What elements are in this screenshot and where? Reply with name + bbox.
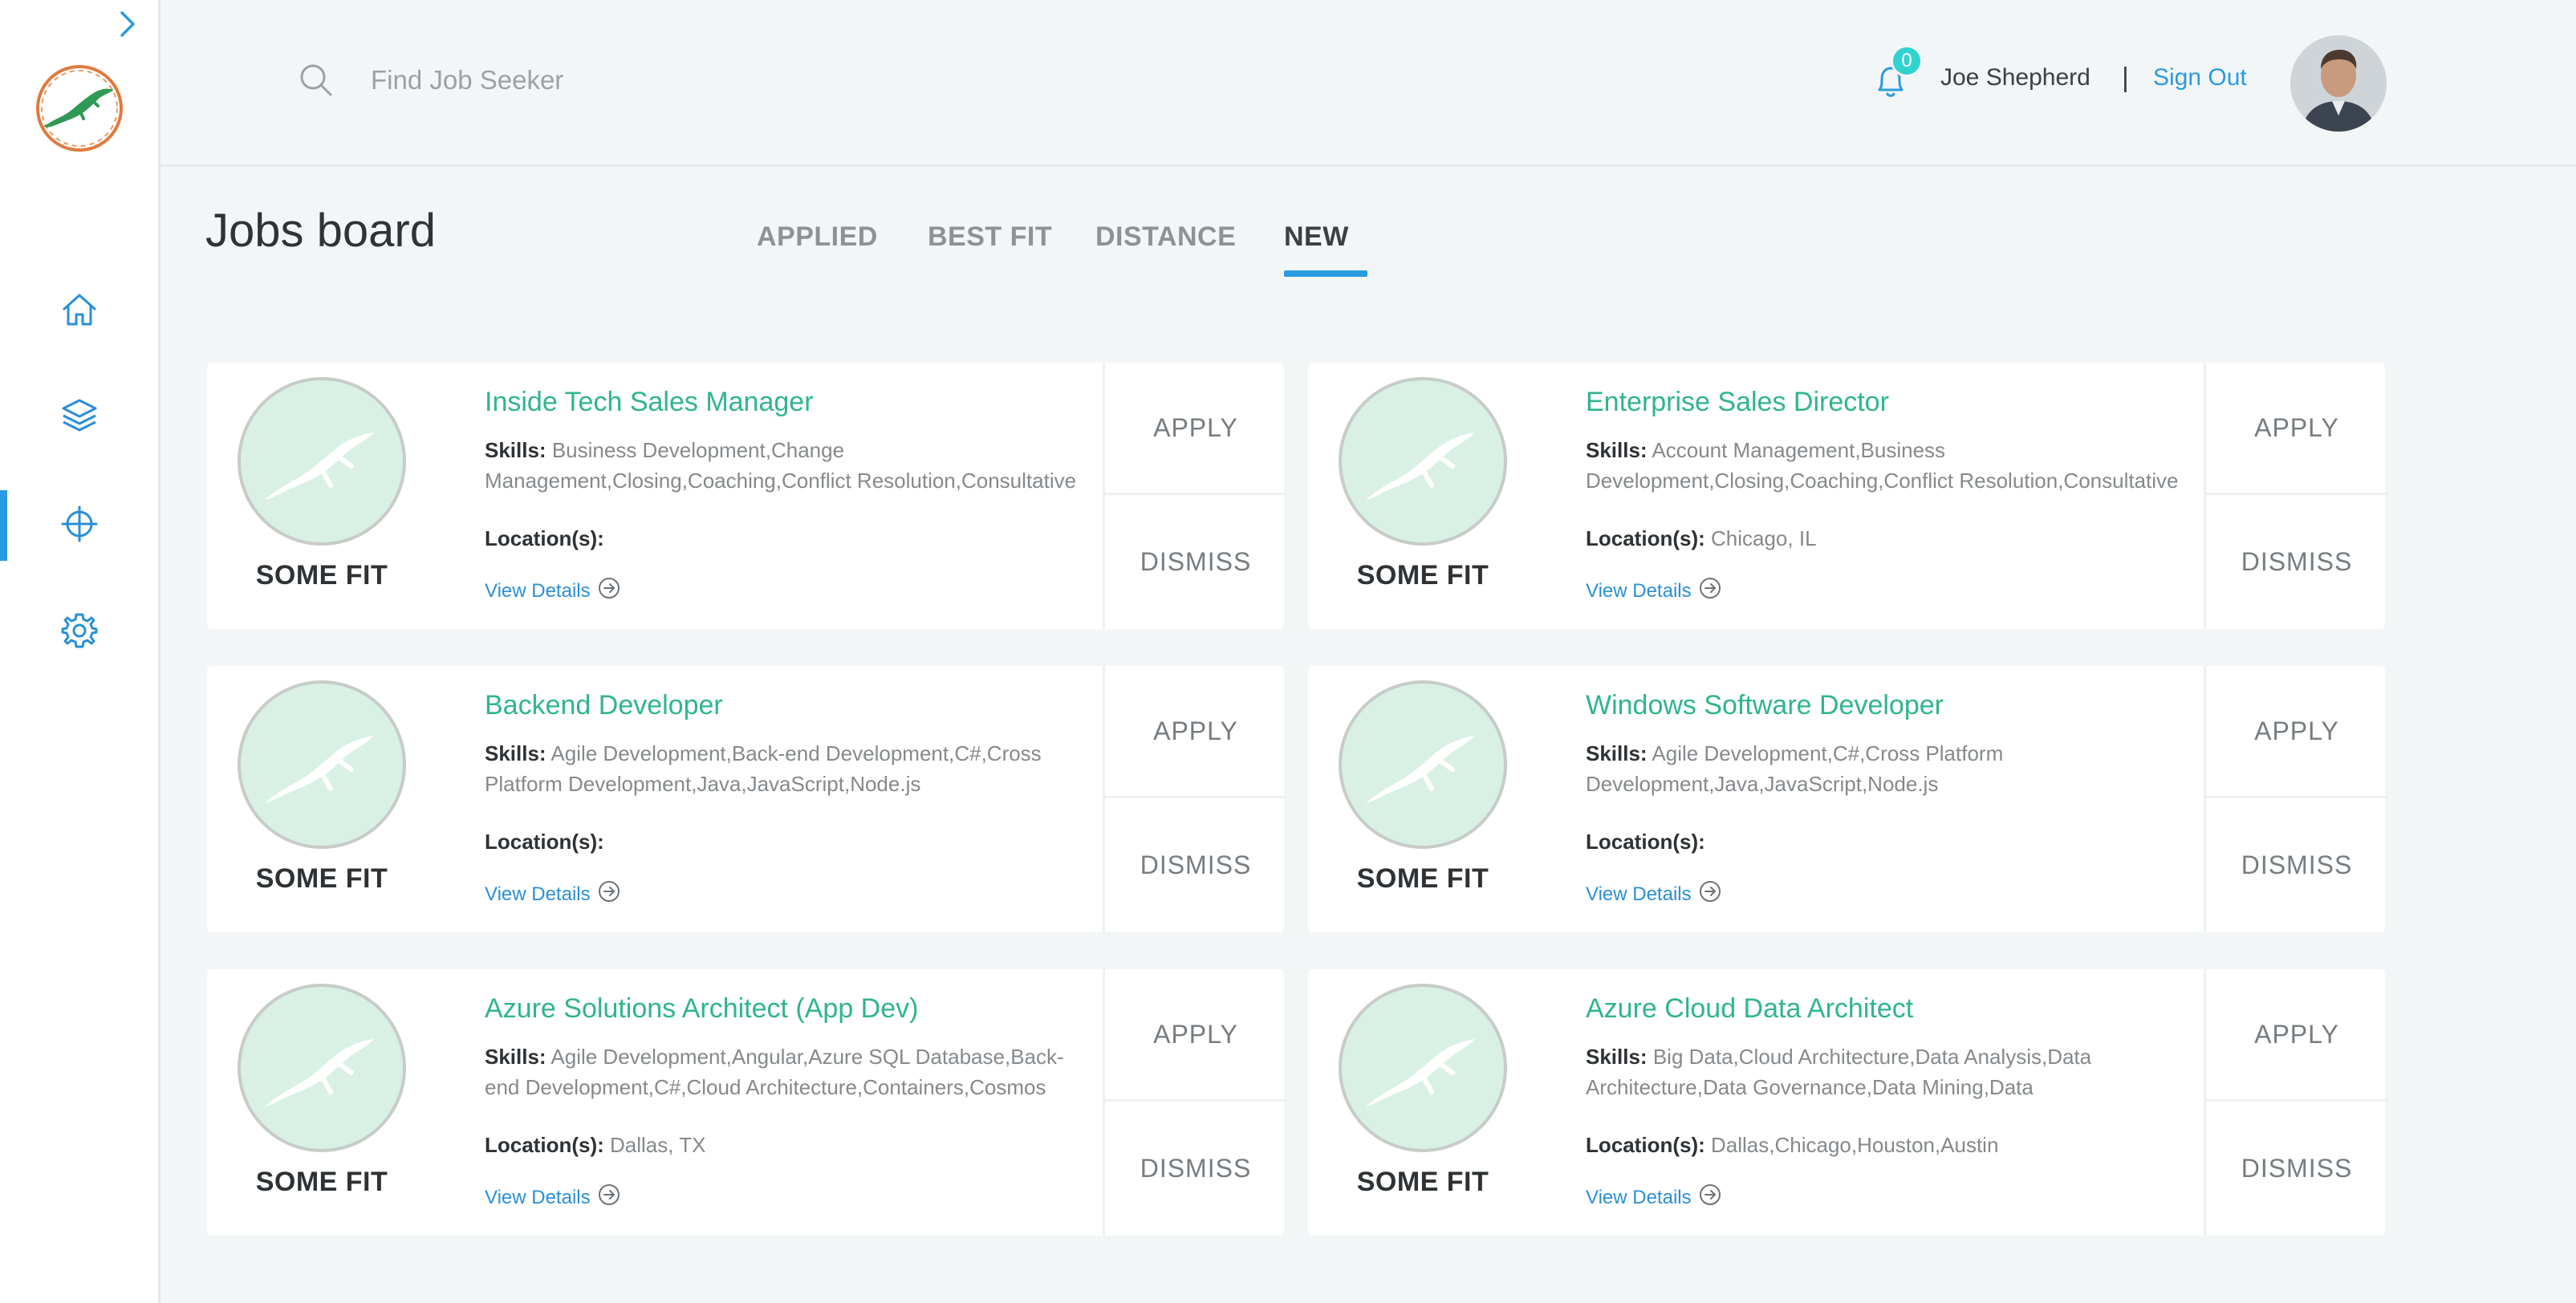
view-details-link[interactable]: View Details	[1586, 576, 1722, 606]
tab-best-fit[interactable]: BEST FIT	[928, 221, 1052, 253]
app-logo[interactable]	[30, 59, 128, 157]
avatar[interactable]	[2290, 35, 2387, 132]
job-card-body: SOME FIT Enterprise Sales Director Skill…	[1308, 363, 2202, 629]
job-card: SOME FIT Windows Software Developer Skil…	[1308, 666, 2387, 932]
tab-new[interactable]: NEW	[1284, 221, 1349, 253]
dismiss-button[interactable]: DISMISS	[1105, 496, 1286, 628]
fit-logo-icon	[238, 984, 406, 1152]
arrow-circle-right-icon	[1698, 576, 1722, 606]
tab-applied[interactable]: APPLIED	[757, 221, 878, 253]
arrow-circle-right-icon	[597, 576, 621, 606]
job-skills: Skills: Agile Development,Back-end Devel…	[485, 741, 1042, 796]
dismiss-button[interactable]: DISMISS	[2206, 496, 2387, 628]
fit-logo-icon	[238, 680, 406, 849]
job-title[interactable]: Inside Tech Sales Manager	[485, 387, 814, 418]
view-details-link[interactable]: View Details	[1586, 1183, 1722, 1212]
job-locations: Location(s): Dallas,Chicago,Houston,Aust…	[1586, 1133, 1999, 1157]
job-skills: Skills: Big Data,Cloud Architecture,Data…	[1586, 1045, 2092, 1099]
sidebar-item-settings[interactable]	[0, 597, 158, 668]
apply-button[interactable]: APPLY	[2206, 666, 2387, 798]
job-skills: Skills: Agile Development,Angular,Azure …	[485, 1045, 1064, 1099]
fit-label: SOME FIT	[255, 1167, 388, 1197]
job-card-body: SOME FIT Backend Developer Skills: Agile…	[207, 666, 1101, 932]
job-title[interactable]: Windows Software Developer	[1586, 690, 1944, 721]
dismiss-button[interactable]: DISMISS	[1105, 799, 1286, 932]
job-card: SOME FIT Backend Developer Skills: Agile…	[207, 666, 1286, 932]
arrow-circle-right-icon	[1698, 879, 1722, 909]
job-card-actions: APPLY DISMISS	[1103, 363, 1286, 629]
sidebar	[0, 0, 160, 1303]
job-card-body: SOME FIT Azure Solutions Architect (App …	[207, 969, 1101, 1236]
view-details-link[interactable]: View Details	[1586, 879, 1722, 909]
job-skills: Skills: Agile Development,C#,Cross Platf…	[1586, 741, 2004, 796]
job-locations: Location(s): Chicago, IL	[1586, 526, 1817, 550]
fit-label: SOME FIT	[1356, 863, 1489, 894]
gear-icon	[59, 611, 100, 655]
dismiss-button[interactable]: DISMISS	[2206, 1102, 2387, 1235]
job-title[interactable]: Azure Solutions Architect (App Dev)	[485, 993, 918, 1025]
apply-button[interactable]: APPLY	[2206, 969, 2387, 1102]
job-card-body: SOME FIT Inside Tech Sales Manager Skill…	[207, 363, 1101, 629]
home-icon	[59, 290, 100, 334]
search-input[interactable]	[371, 56, 932, 104]
job-card-actions: APPLY DISMISS	[2204, 363, 2387, 629]
fit-label: SOME FIT	[1356, 560, 1489, 591]
job-skills: Skills: Business Development,Change Mana…	[485, 438, 1077, 493]
job-card: SOME FIT Inside Tech Sales Manager Skill…	[207, 363, 1286, 629]
job-locations: Location(s):	[485, 526, 604, 550]
active-tab-indicator	[1284, 270, 1367, 277]
fit-logo-icon	[1339, 377, 1507, 546]
apply-button[interactable]: APPLY	[2206, 363, 2387, 495]
search-icon[interactable]	[297, 61, 335, 99]
view-details-link[interactable]: View Details	[485, 879, 621, 909]
job-locations: Location(s):	[1586, 830, 1705, 854]
notification-badge: 0	[1891, 45, 1923, 77]
job-title[interactable]: Azure Cloud Data Architect	[1586, 993, 1913, 1025]
arrow-circle-right-icon	[597, 1183, 621, 1212]
fit-logo-icon	[238, 377, 406, 546]
arrow-circle-right-icon	[1698, 1183, 1722, 1212]
fit-label: SOME FIT	[255, 560, 388, 591]
crosshair-icon	[59, 504, 100, 548]
apply-button[interactable]: APPLY	[1105, 666, 1286, 798]
arrow-circle-right-icon	[597, 879, 621, 909]
sidebar-item-crosshair[interactable]	[0, 490, 158, 561]
sign-out-link[interactable]: Sign Out	[2153, 64, 2247, 91]
chevron-right-icon[interactable]	[111, 8, 143, 40]
page-title: Jobs board	[205, 205, 436, 257]
job-title[interactable]: Backend Developer	[485, 690, 723, 721]
job-skills: Skills: Account Management,Business Deve…	[1586, 438, 2179, 493]
tab-distance[interactable]: DISTANCE	[1095, 221, 1236, 253]
apply-button[interactable]: APPLY	[1105, 363, 1286, 495]
job-title[interactable]: Enterprise Sales Director	[1586, 387, 1889, 418]
job-card: SOME FIT Enterprise Sales Director Skill…	[1308, 363, 2387, 629]
fit-label: SOME FIT	[1356, 1167, 1489, 1197]
dismiss-button[interactable]: DISMISS	[1105, 1102, 1286, 1235]
job-card: SOME FIT Azure Solutions Architect (App …	[207, 969, 1286, 1236]
job-card: SOME FIT Azure Cloud Data Architect Skil…	[1308, 969, 2387, 1236]
header-separator: |	[2122, 63, 2129, 93]
sidebar-item-home[interactable]	[0, 276, 158, 347]
fit-logo-icon	[1339, 680, 1507, 849]
fit-logo-icon	[1339, 984, 1507, 1152]
apply-button[interactable]: APPLY	[1105, 969, 1286, 1102]
view-details-link[interactable]: View Details	[485, 576, 621, 606]
job-card-body: SOME FIT Azure Cloud Data Architect Skil…	[1308, 969, 2202, 1236]
job-card-actions: APPLY DISMISS	[2204, 666, 2387, 932]
job-card-actions: APPLY DISMISS	[1103, 666, 1286, 932]
job-card-actions: APPLY DISMISS	[2204, 969, 2387, 1236]
job-locations: Location(s):	[485, 830, 604, 854]
dismiss-button[interactable]: DISMISS	[2206, 799, 2387, 932]
job-card-body: SOME FIT Windows Software Developer Skil…	[1308, 666, 2202, 932]
user-name: Joe Shepherd	[1940, 64, 2090, 91]
fit-label: SOME FIT	[255, 863, 388, 894]
view-details-link[interactable]: View Details	[485, 1183, 621, 1212]
job-card-actions: APPLY DISMISS	[1103, 969, 1286, 1236]
layers-icon	[59, 396, 100, 440]
job-locations: Location(s): Dallas, TX	[485, 1133, 706, 1157]
sidebar-item-layers[interactable]	[0, 382, 158, 453]
